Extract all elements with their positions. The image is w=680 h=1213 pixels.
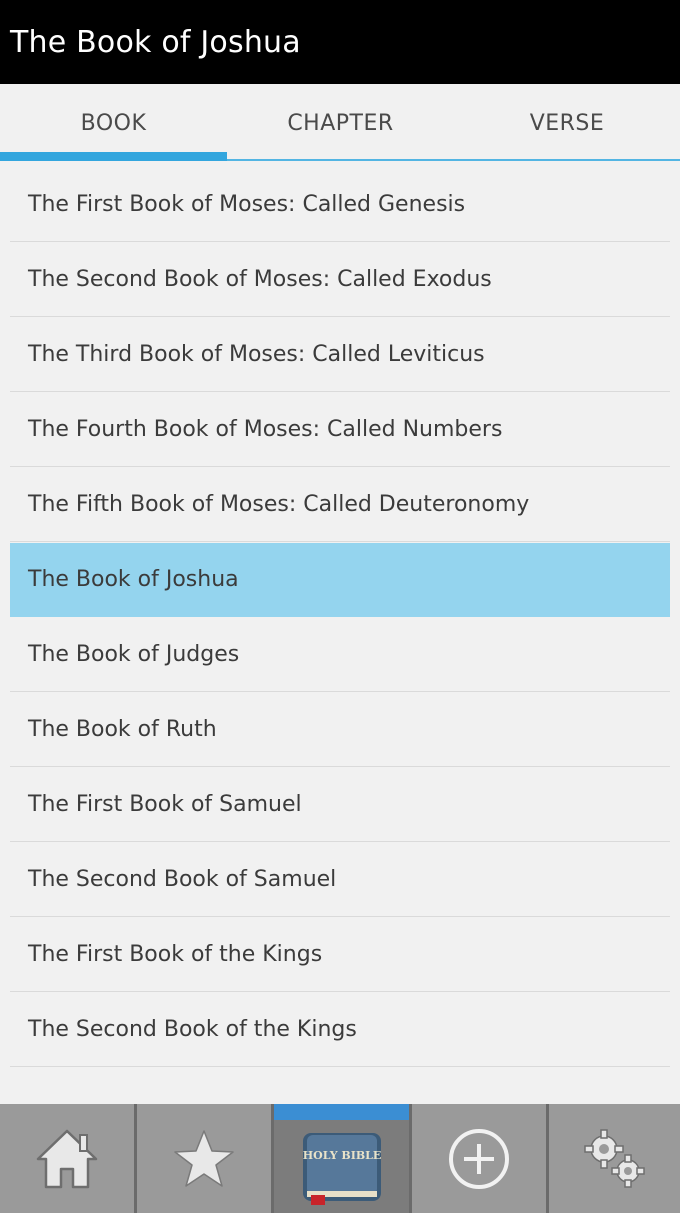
bible-logo-text: HOLY BIBLE — [302, 1149, 381, 1162]
list-item[interactable]: The Fourth Book of Moses: Called Numbers — [10, 393, 670, 467]
list-item[interactable]: The Book of Ruth — [10, 693, 670, 767]
star-icon — [171, 1127, 237, 1191]
book-list: The First Book of Moses: Called Genesis … — [10, 168, 670, 1068]
list-item[interactable]: The Fifth Book of Moses: Called Deuteron… — [10, 468, 670, 542]
list-item[interactable]: The First Book of Moses: Called Genesis — [10, 168, 670, 242]
title-bar: The Book of Joshua — [0, 0, 680, 84]
bottom-nav-bar: HOLY BIBLE — [0, 1104, 680, 1213]
tab-book[interactable]: BOOK — [0, 84, 227, 162]
tab-chapter[interactable]: CHAPTER — [227, 84, 454, 162]
gears-icon — [582, 1127, 648, 1191]
tab-verse[interactable]: VERSE — [454, 84, 680, 162]
list-item[interactable]: The Second Book of Samuel — [10, 843, 670, 917]
home-button[interactable] — [0, 1104, 134, 1213]
page-title: The Book of Joshua — [10, 24, 301, 60]
list-item[interactable]: The First Book of the Kings — [10, 918, 670, 992]
list-item[interactable]: The Second Book of the Kings — [10, 993, 670, 1067]
list-item[interactable]: The Third Book of Moses: Called Leviticu… — [10, 318, 670, 392]
bible-book-icon: HOLY BIBLE — [297, 1125, 387, 1207]
favorites-button[interactable] — [137, 1104, 271, 1213]
list-item-selected[interactable]: The Book of Joshua — [10, 543, 670, 617]
settings-button[interactable] — [549, 1104, 680, 1213]
active-nav-highlight — [274, 1104, 409, 1120]
bible-button[interactable]: HOLY BIBLE — [274, 1104, 409, 1213]
list-item[interactable]: The First Book of Samuel — [10, 768, 670, 842]
add-button[interactable] — [412, 1104, 546, 1213]
home-icon — [34, 1127, 100, 1191]
list-item[interactable]: The Book of Judges — [10, 618, 670, 692]
list-item[interactable]: The Second Book of Moses: Called Exodus — [10, 243, 670, 317]
plus-circle-icon — [446, 1126, 512, 1192]
tab-selected-indicator — [0, 152, 227, 161]
